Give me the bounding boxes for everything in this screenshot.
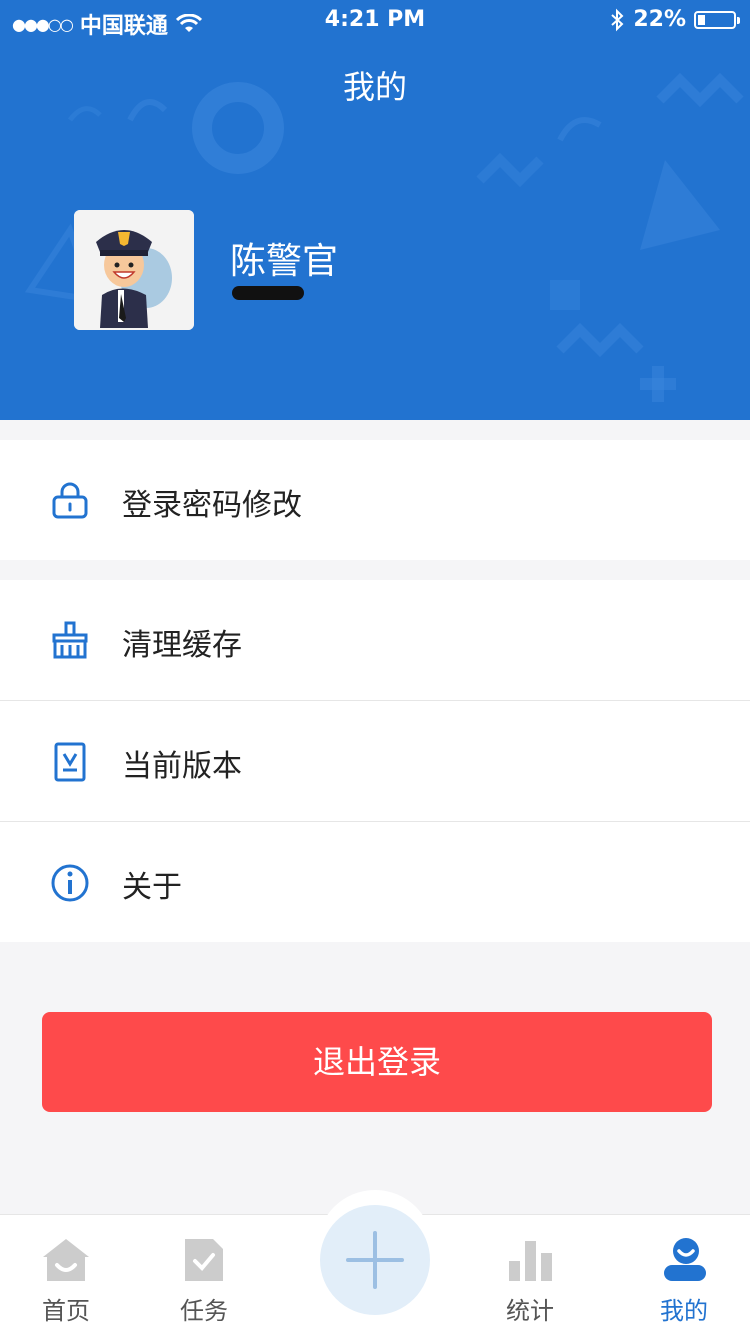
add-button[interactable] — [320, 1205, 430, 1315]
menu-item-label: 当前版本 — [122, 749, 242, 784]
tab-tasks[interactable]: 任务 — [149, 1215, 259, 1335]
battery-icon — [694, 10, 740, 29]
police-avatar-icon — [74, 210, 194, 330]
logout-button[interactable]: 退出登录 — [42, 1012, 712, 1112]
tab-label: 任务 — [180, 1297, 228, 1325]
menu-item-label: 关于 — [122, 870, 182, 905]
username: 陈警官 — [230, 241, 339, 282]
tab-label: 统计 — [506, 1297, 554, 1325]
info-icon — [51, 864, 89, 902]
page-title: 我的 — [342, 68, 407, 106]
lock-icon — [52, 482, 88, 519]
tab-stats[interactable]: 统计 — [475, 1215, 585, 1335]
home-icon — [43, 1239, 89, 1281]
stats-icon — [509, 1241, 552, 1281]
bluetooth-icon — [611, 8, 624, 31]
broom-icon — [52, 621, 88, 659]
menu-item-label: 清理缓存 — [122, 628, 242, 663]
menu-item-about[interactable]: 关于 — [0, 822, 750, 942]
task-icon — [185, 1239, 223, 1281]
menu-item-clear-cache[interactable]: 清理缓存 — [0, 580, 750, 700]
tab-label: 首页 — [42, 1297, 90, 1325]
menu-item-change-password[interactable]: 登录密码修改 — [0, 440, 750, 560]
redacted-id — [232, 286, 304, 300]
status-bar: ●●●○○ 中国联通 4:21 PM 22% — [0, 0, 750, 40]
menu-item-label: 登录密码修改 — [122, 488, 302, 523]
avatar[interactable] — [74, 210, 194, 330]
tab-profile[interactable]: 我的 — [629, 1215, 739, 1335]
version-icon — [54, 742, 86, 782]
battery-percent: 22% — [633, 7, 686, 32]
profile-icon — [664, 1238, 706, 1281]
plus-icon — [346, 1231, 404, 1289]
tab-label: 我的 — [660, 1297, 708, 1325]
menu-item-current-version[interactable]: 当前版本 — [0, 701, 750, 821]
tab-home[interactable]: 首页 — [11, 1215, 121, 1335]
